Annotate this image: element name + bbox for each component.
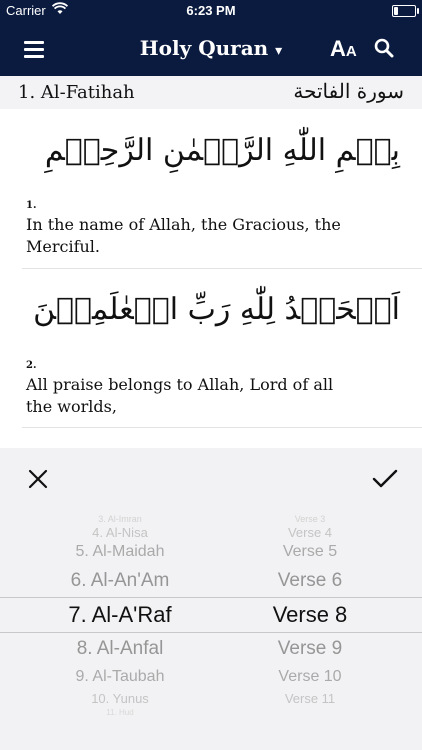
verse-number: 1. [26,200,37,211]
surah-option: 11. Hud [106,708,134,717]
verse-option: Verse 6 [277,570,343,591]
checkmark-icon[interactable] [372,469,398,493]
verse-option: Verse 10 [278,668,342,685]
verse-option: Verse 3 [294,514,326,524]
verse-card[interactable]: اَلۡحَمۡدُ لِلّٰهِ رَبِّ الۡعٰلَمِيۡنَ 2… [0,270,422,430]
divider [22,427,422,428]
search-icon[interactable] [374,38,394,62]
surah-option: 8. Al-Anfal [76,638,164,659]
verse-arabic: اَلۡحَمۡدُ لِلّٰهِ رَبِّ الۡعٰلَمِيۡنَ [33,292,400,327]
selected-surah: 7. Al-A'Raf [68,602,172,627]
surah-header: 1. Al-Fatihah سورة الفاتحة [0,76,422,109]
verse-arabic: بِسۡمِ اللّٰهِ الرَّحۡمٰنِ الرَّحِيۡمِ [44,133,400,168]
status-bar: Carrier 6:23 PM [0,0,422,22]
surah-name: 1. Al-Fatihah [18,82,135,103]
battery-icon [392,5,419,17]
book-selector[interactable]: Holy Quran ▾ [0,36,422,60]
verse-number: 2. [26,360,37,371]
caret-down-icon: ▾ [275,43,283,59]
verse-option: Verse 9 [277,638,343,659]
verse-translation: In the name of Allah, the Gracious, the … [26,215,341,256]
surah-option: 5. Al-Maidah [75,543,165,560]
verse-option: Verse 5 [282,543,338,560]
surah-option: 9. Al-Taubah [75,668,165,685]
surah-option: 10. Yunus [91,691,149,706]
verse-option: Verse 11 [284,691,336,706]
surah-option: 3. Al-Imran [98,514,142,524]
verse-card[interactable]: بِسۡمِ اللّٰهِ الرَّحۡمٰنِ الرَّحِيۡمِ 1… [0,109,422,270]
font-size-icon[interactable]: AA [330,36,357,62]
nav-title: Holy Quran [139,36,269,60]
selected-verse: Verse 8 [272,602,348,627]
divider [22,268,422,269]
surah-option: 4. Al-Nisa [92,525,148,540]
surah-name-arabic: سورة الفاتحة [293,79,404,103]
verse-option: Verse 4 [287,525,333,540]
verse-translation: All praise belongs to Allah, Lord of all… [26,375,334,416]
close-icon[interactable] [28,469,48,493]
clock: 6:23 PM [186,3,236,18]
surah-option: 6. Al-An'Am [70,570,170,591]
nav-bar: Holy Quran ▾ AA [0,22,422,76]
verse-picker: 3. Al-Imran Verse 3 4. Al-Nisa Verse 4 5… [0,448,422,750]
